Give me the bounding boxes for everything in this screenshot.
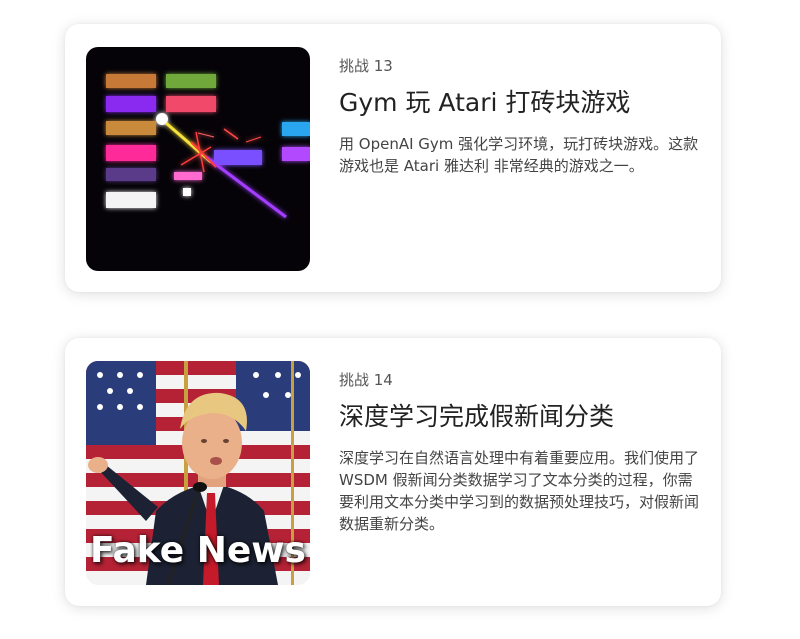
card-text: 挑战 14 深度学习完成假新闻分类 深度学习在自然语言处理中有着重要应用。我们使…: [339, 370, 699, 535]
card-text: 挑战 13 Gym 玩 Atari 打砖块游戏 用 OpenAI Gym 强化学…: [339, 56, 699, 177]
fake-news-image: Fake News: [86, 361, 310, 585]
challenge-description: 用 OpenAI Gym 强化学习环境，玩打砖块游戏。这款游戏也是 Atari …: [339, 135, 699, 175]
challenge-card-13[interactable]: 挑战 13 Gym 玩 Atari 打砖块游戏 用 OpenAI Gym 强化学…: [65, 24, 721, 292]
challenge-label: 挑战 13: [339, 57, 393, 75]
challenge-title[interactable]: 深度学习完成假新闻分类: [339, 399, 699, 435]
atari-breakout-image: [86, 47, 310, 271]
challenge-title[interactable]: Gym 玩 Atari 打砖块游戏: [339, 85, 699, 121]
challenge-label: 挑战 14: [339, 371, 393, 389]
challenge-card-14[interactable]: Fake News 挑战 14 深度学习完成假新闻分类 深度学习在自然语言处理中…: [65, 338, 721, 606]
challenge-description: 深度学习在自然语言处理中有着重要应用。我们使用了 WSDM 假新闻分类数据学习了…: [339, 449, 700, 533]
fake-news-caption: Fake News: [90, 530, 306, 571]
